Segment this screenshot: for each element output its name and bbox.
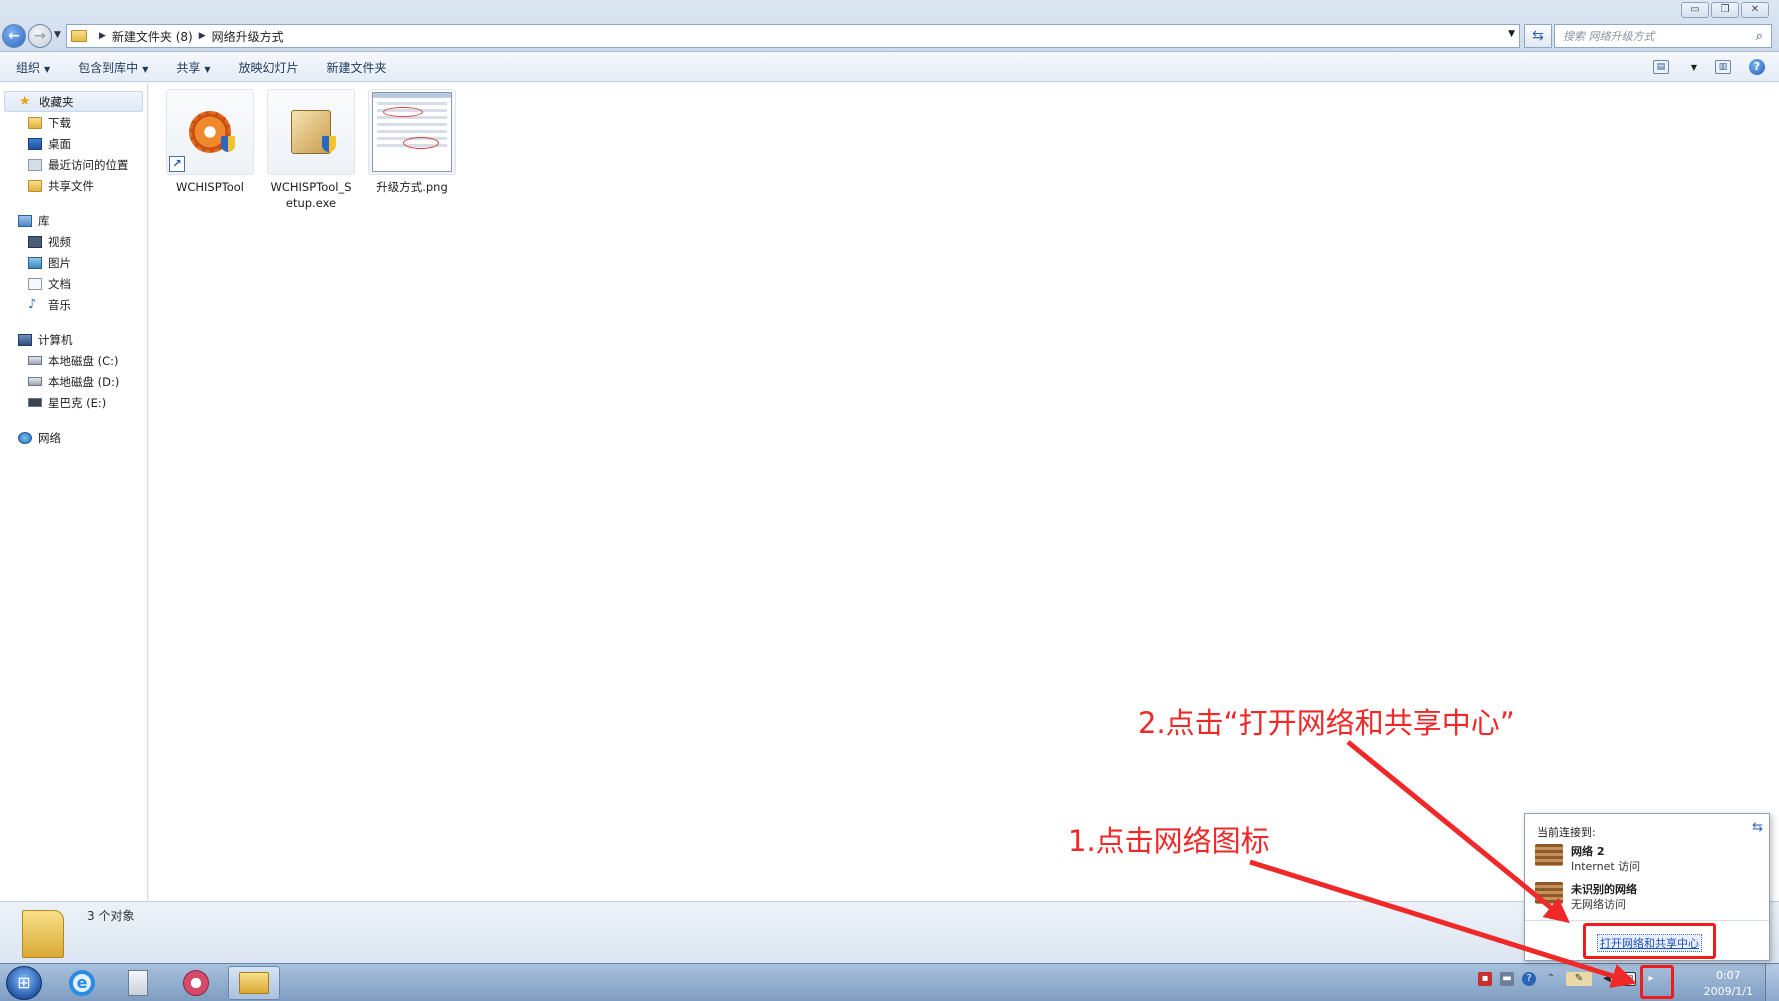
step2-arrow <box>1346 740 1570 924</box>
annotation-arrows <box>1249 740 1637 988</box>
step1-arrow <box>1249 859 1637 988</box>
